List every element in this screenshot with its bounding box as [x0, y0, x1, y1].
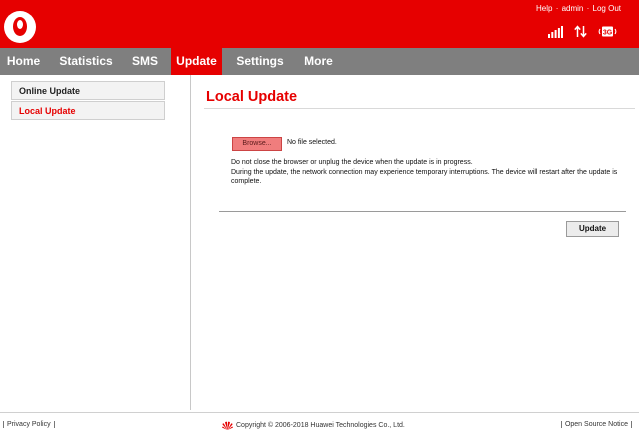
sidebar-item-local-update[interactable]: Local Update: [11, 101, 165, 120]
link-separator: ·: [555, 4, 559, 13]
network-3g-icon: 3G: [598, 26, 617, 37]
network-type: 3G: [603, 30, 613, 37]
tab-home[interactable]: Home: [0, 48, 47, 75]
title-divider: [204, 108, 635, 109]
tab-statistics[interactable]: Statistics: [49, 48, 123, 75]
update-button[interactable]: Update: [566, 221, 619, 237]
content-divider: [219, 211, 626, 212]
app-window: Help · admin · Log Out 3G Home Statistic…: [0, 0, 639, 444]
update-notes: Do not close the browser or unplug the d…: [231, 158, 621, 187]
status-icons: 3G: [548, 24, 617, 38]
header-bar: Help · admin · Log Out 3G: [0, 0, 639, 48]
link-separator: ·: [586, 4, 590, 13]
top-links: Help · admin · Log Out: [536, 4, 621, 13]
sidebar: Online Update Local Update: [0, 75, 191, 410]
privacy-policy-link[interactable]: Privacy Policy: [3, 421, 55, 428]
file-status: No file selected.: [287, 139, 337, 146]
copyright-text: Copyright © 2006-2018 Huawei Technologie…: [236, 422, 405, 429]
copyright-notice: Copyright © 2006-2018 Huawei Technologie…: [222, 421, 405, 430]
note-line: During the update, the network connectio…: [231, 168, 618, 186]
tab-sms[interactable]: SMS: [124, 48, 166, 75]
vodafone-logo-icon[interactable]: [4, 11, 36, 43]
browse-button[interactable]: Browse...: [232, 137, 282, 151]
tab-settings[interactable]: Settings: [225, 48, 295, 75]
main-nav: Home Statistics SMS Update Settings More: [0, 48, 639, 75]
data-transfer-icon: [574, 25, 587, 38]
user-name: admin: [561, 4, 584, 13]
open-source-notice-link[interactable]: Open Source Notice: [560, 421, 632, 428]
note-line: Do not close the browser or unplug the d…: [231, 159, 473, 166]
footer-divider: [0, 412, 639, 413]
help-link[interactable]: Help: [536, 4, 552, 13]
sidebar-item-online-update[interactable]: Online Update: [11, 81, 165, 100]
tab-more[interactable]: More: [297, 48, 340, 75]
tab-update[interactable]: Update: [171, 48, 222, 75]
signal-bars-icon: [548, 26, 563, 38]
page-title: Local Update: [206, 89, 298, 105]
logout-link[interactable]: Log Out: [593, 4, 621, 13]
huawei-logo-icon: [222, 421, 233, 430]
